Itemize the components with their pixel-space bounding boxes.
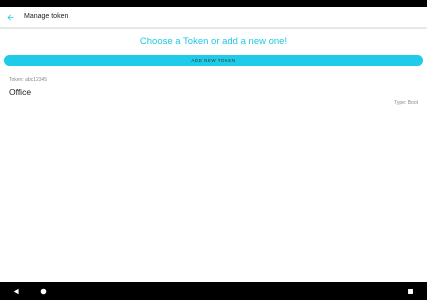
square-recents-icon xyxy=(407,288,413,294)
status-bar xyxy=(0,0,427,7)
system-nav-bar xyxy=(0,282,427,300)
nav-home-button[interactable] xyxy=(38,286,48,296)
token-name: Office xyxy=(9,87,32,97)
arrow-left-icon xyxy=(7,14,13,20)
nav-recents-button[interactable] xyxy=(405,286,415,296)
token-type: Type: Boot xyxy=(394,100,418,106)
headline: Choose a Token or add a new one! xyxy=(139,36,288,47)
app-bar: Manage token xyxy=(0,7,427,28)
token-id: Token: abc12345 xyxy=(9,77,48,83)
back-button[interactable] xyxy=(3,10,17,24)
add-new-token-label: ADD NEW TOKEN xyxy=(191,58,236,63)
triangle-back-icon xyxy=(13,288,19,294)
screen: Manage token Choose a Token or add a new… xyxy=(0,0,427,300)
nav-back-button[interactable] xyxy=(11,286,21,296)
page-title: Manage token xyxy=(24,13,69,20)
circle-home-icon xyxy=(40,288,46,294)
add-new-token-button[interactable]: ADD NEW TOKEN xyxy=(4,55,423,66)
list-item[interactable]: Token: abc12345 Office Type: Boot xyxy=(0,74,427,108)
